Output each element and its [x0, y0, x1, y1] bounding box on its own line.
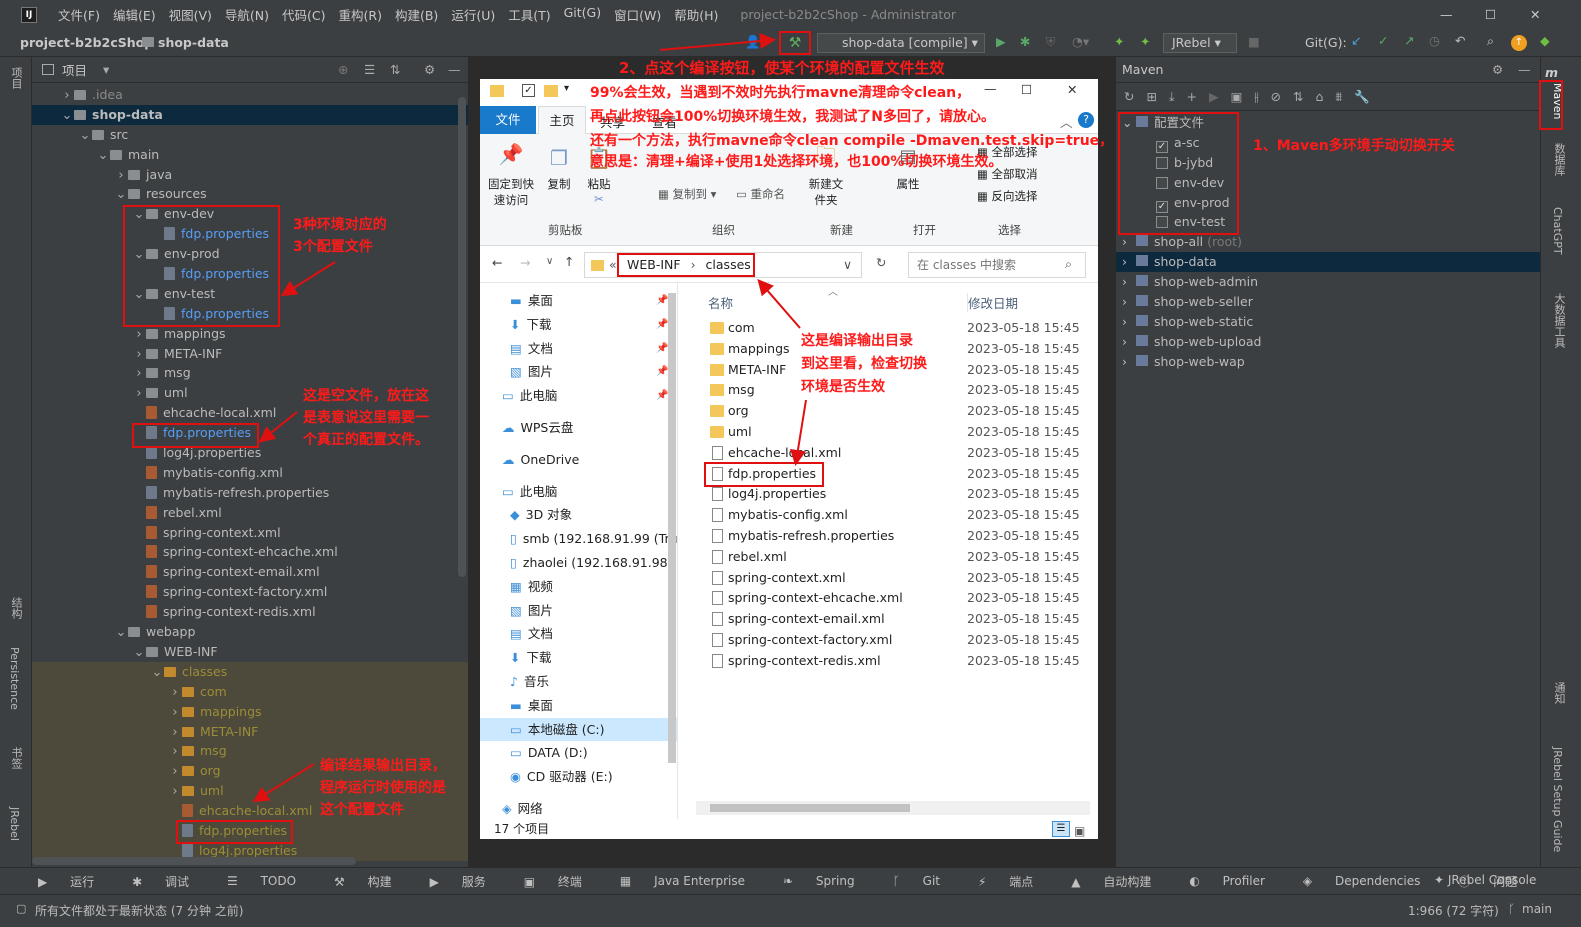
bottom-tab-label: 运行: [70, 874, 95, 889]
bottom-tab[interactable]: ✱ 调试: [132, 873, 208, 890]
bottom-tab[interactable]: ▣ 终端: [524, 873, 601, 890]
bottom-tab[interactable]: ❧ Spring: [783, 874, 874, 888]
bottom-tool-bar: ▶ 运行 ✱ 调试 ☰ TODO ⚒ 构建 ▶ 服务 ▣ 终端 ▦ Java Enterpr…: [0, 867, 1581, 894]
bottom-tab-label: 终端: [557, 874, 582, 889]
status-bar: ▢ 所有文件都处于最新状态 (7 分钟 之前) 1:966 (72 字符) ᚴ …: [0, 894, 1581, 927]
bottom-tab[interactable]: ⚒ 构建: [334, 873, 411, 890]
bottom-tab-label: Spring: [815, 874, 855, 888]
bottom-tab-label: Dependencies: [1334, 874, 1421, 888]
bottom-tab-icon: ◐: [1189, 874, 1200, 888]
annotation-arrows: [252, 33, 807, 803]
bottom-tab[interactable]: ☰ TODO: [227, 874, 315, 888]
bottom-tab-label: 自动构建: [1103, 874, 1152, 889]
status-text: 所有文件都处于最新状态 (7 分钟 之前): [35, 904, 244, 918]
bottom-tab-icon: ▣: [523, 874, 536, 889]
bottom-tab-label: Profiler: [1222, 874, 1265, 888]
bottom-tab-icon: ⚡: [977, 874, 987, 889]
branch-icon: ᚴ: [1508, 902, 1516, 916]
bottom-tab[interactable]: ▶ 运行: [38, 873, 113, 890]
bottom-tab[interactable]: ◐ Profiler: [1189, 874, 1284, 888]
bottom-tab-label: 端点: [1009, 874, 1034, 889]
bottom-tab[interactable]: ▦ Java Enterprise: [620, 874, 764, 888]
jrebel-console-label: JRebel Console: [1447, 873, 1537, 887]
bottom-tab-icon: ᚴ: [892, 874, 900, 888]
bottom-tab-icon: ▲: [1071, 874, 1081, 889]
bottom-tab-label: Git: [922, 874, 940, 888]
bottom-tab-label: 调试: [164, 874, 189, 889]
bottom-tab[interactable]: ▲ 自动构建: [1071, 873, 1170, 890]
bottom-tab-icon: ☰: [226, 874, 238, 888]
bottom-tab[interactable]: ᚴ Git: [893, 874, 959, 888]
cursor-position[interactable]: 1:966 (72 字符): [1408, 902, 1499, 919]
bottom-tab-label: TODO: [260, 874, 297, 888]
bottom-tab-icon: ✱: [132, 874, 143, 889]
bottom-tab-icon: ◈: [1302, 874, 1313, 888]
bottom-tab-label: Java Enterprise: [654, 874, 745, 888]
bottom-tab-label: 构建: [367, 874, 392, 889]
bottom-tab-icon: ▦: [619, 874, 632, 888]
bottom-tab[interactable]: ⚡ 端点: [978, 873, 1052, 890]
bottom-tab-icon: ▶: [429, 874, 439, 889]
bottom-tab-icon: ⚒: [334, 874, 345, 889]
bottom-tab[interactable]: ▶ 服务: [430, 873, 505, 890]
bottom-tab-icon: ▶: [38, 874, 48, 889]
bottom-tab[interactable]: ◈ Dependencies: [1303, 874, 1439, 888]
jrebel-console-tab[interactable]: ✦ JRebel Console: [1434, 873, 1536, 887]
bottom-tab-label: 服务: [461, 874, 486, 889]
status-window-icon[interactable]: ▢: [16, 902, 26, 915]
git-branch[interactable]: main: [1522, 902, 1552, 916]
bottom-tab-icon: ❧: [782, 874, 794, 888]
